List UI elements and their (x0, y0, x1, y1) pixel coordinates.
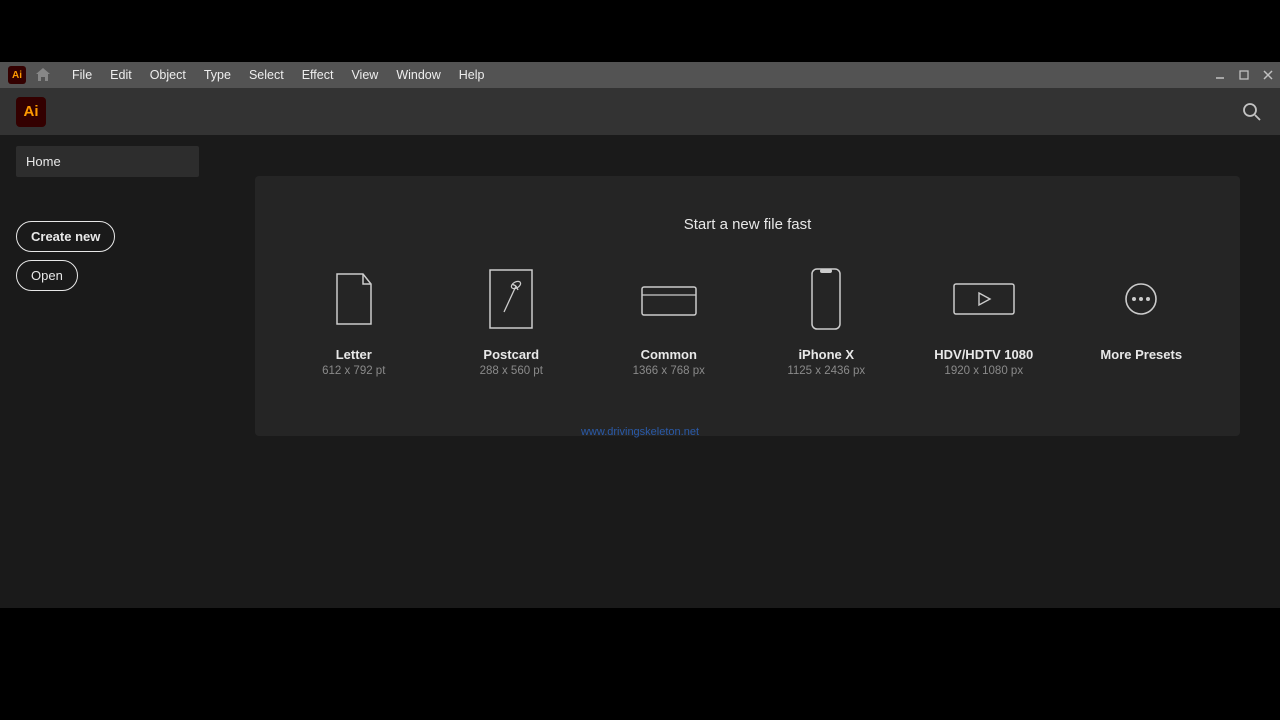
menu-file[interactable]: File (64, 66, 100, 84)
menu-edit[interactable]: Edit (102, 66, 140, 84)
preset-iphone-x[interactable]: iPhone X 1125 x 2436 px (766, 265, 886, 377)
app-logo: Ai (16, 97, 46, 127)
sidebar: Home Create new Open (0, 136, 215, 608)
menubar: Ai File Edit Object Type Select Effect V… (0, 62, 1280, 88)
postcard-icon (488, 265, 534, 333)
preset-letter[interactable]: Letter 612 x 792 pt (294, 265, 414, 377)
video-icon (952, 265, 1016, 333)
preset-dims: 1920 x 1080 px (944, 365, 1023, 377)
preset-hdtv[interactable]: HDV/HDTV 1080 1920 x 1080 px (924, 265, 1044, 377)
web-icon (640, 265, 698, 333)
sidebar-home[interactable]: Home (16, 146, 199, 177)
search-icon[interactable] (1240, 100, 1264, 124)
preset-label: More Presets (1100, 347, 1182, 362)
menu-select[interactable]: Select (241, 66, 292, 84)
main-area: Start a new file fast Letter 612 x 792 p… (215, 136, 1280, 608)
preset-dims: 612 x 792 pt (322, 365, 385, 377)
preset-label: Postcard (483, 347, 539, 362)
more-icon (1123, 265, 1159, 333)
watermark-text: www.drivingskeleton.net (581, 426, 699, 438)
preset-dims: 1366 x 768 px (633, 365, 705, 377)
presets-row: Letter 612 x 792 pt Postcard 288 x 560 p… (285, 265, 1210, 377)
open-button[interactable]: Open (16, 260, 78, 291)
menu-type[interactable]: Type (196, 66, 239, 84)
toolbar: Ai (0, 88, 1280, 136)
close-icon[interactable] (1260, 67, 1276, 83)
phone-icon (809, 265, 843, 333)
preset-postcard[interactable]: Postcard 288 x 560 pt (451, 265, 571, 377)
menu-effect[interactable]: Effect (294, 66, 342, 84)
preset-common[interactable]: Common 1366 x 768 px (609, 265, 729, 377)
card-title: Start a new file fast (285, 216, 1210, 233)
preset-dims: 1125 x 2436 px (787, 365, 865, 377)
menu-help[interactable]: Help (451, 66, 493, 84)
preset-more[interactable]: More Presets (1081, 265, 1201, 365)
preset-label: HDV/HDTV 1080 (934, 347, 1033, 362)
menu-object[interactable]: Object (142, 66, 194, 84)
home-icon[interactable] (34, 66, 52, 84)
preset-label: iPhone X (798, 347, 854, 362)
menu-window[interactable]: Window (388, 66, 448, 84)
preset-label: Letter (336, 347, 372, 362)
minimize-icon[interactable] (1212, 67, 1228, 83)
letter-icon (333, 265, 375, 333)
maximize-icon[interactable] (1236, 67, 1252, 83)
preset-dims: 288 x 560 pt (480, 365, 543, 377)
start-card: Start a new file fast Letter 612 x 792 p… (255, 176, 1240, 436)
menu-items: File Edit Object Type Select Effect View… (64, 66, 493, 84)
create-new-button[interactable]: Create new (16, 221, 115, 252)
menu-view[interactable]: View (343, 66, 386, 84)
app-icon-small: Ai (8, 66, 26, 84)
preset-label: Common (641, 347, 697, 362)
